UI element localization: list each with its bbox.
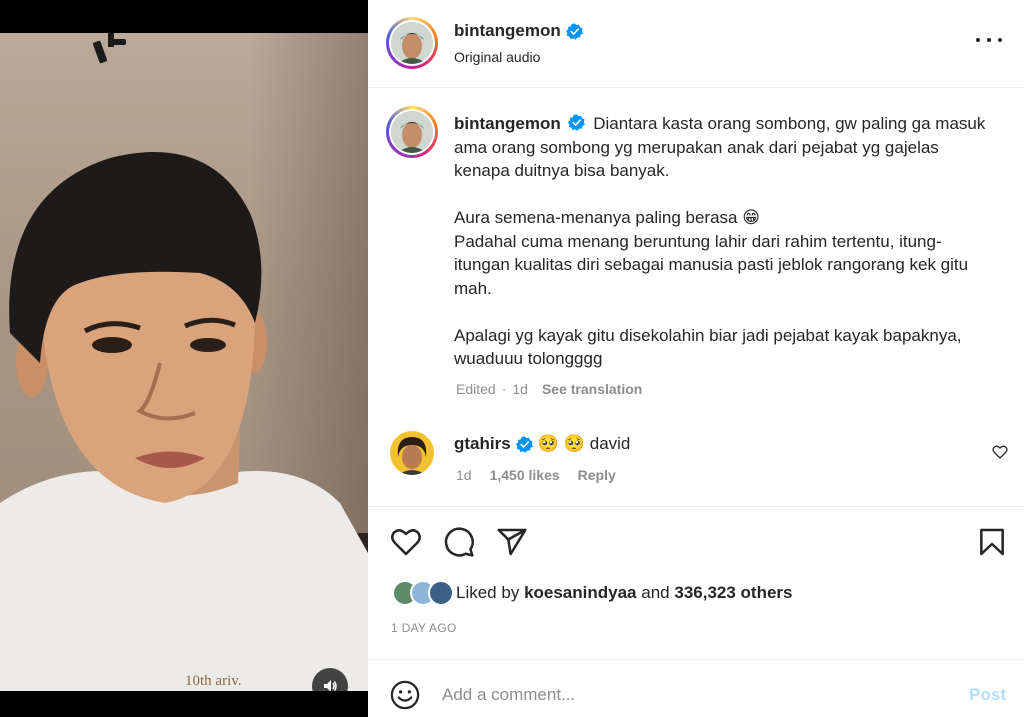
actions-divider [368, 506, 1024, 507]
heart-icon[interactable] [390, 526, 422, 558]
caption-username[interactable]: bintangemon [454, 114, 561, 133]
comment-text: david [589, 434, 631, 453]
audio-label[interactable]: Original audio [454, 49, 540, 65]
liked-and: and [641, 583, 670, 602]
likes-count[interactable]: 336,323 others [674, 583, 792, 603]
video-pane: 10th ariv. [0, 0, 368, 717]
post-details-panel: bintangemon Original audio bintangemon D… [368, 0, 1024, 717]
more-options-icon[interactable] [976, 30, 1002, 50]
verified-badge-icon [515, 435, 533, 453]
liker-username[interactable]: koesanindyaa [524, 583, 636, 603]
caption-paragraph-2: Aura semena-menanya paling berasa 😁 [454, 208, 760, 227]
caption-paragraph-1: bintangemon Diantara kasta orang sombong… [454, 112, 994, 183]
commenter-username[interactable]: gtahirs [454, 434, 511, 454]
comment-bubble-icon[interactable] [443, 526, 475, 558]
comment-reply-button[interactable]: Reply [578, 467, 616, 483]
see-translation-button[interactable]: See translation [542, 381, 642, 397]
edited-label: Edited [456, 381, 496, 397]
verified-badge-icon [568, 114, 586, 131]
speaker-icon [324, 680, 337, 691]
caption-paragraph-3: Padahal cuma menang beruntung lahir dari… [454, 231, 969, 298]
caption-avatar-image [391, 111, 433, 153]
verified-badge-icon [565, 22, 583, 40]
comment-input[interactable] [442, 682, 922, 708]
comment-composer: Post [368, 659, 1024, 717]
liker-avatar [428, 580, 454, 606]
video-player[interactable]: 10th ariv. [0, 33, 368, 691]
author-avatar-image [391, 22, 433, 64]
likers-avatars[interactable] [392, 580, 454, 606]
meta-separator: · [501, 381, 507, 397]
comment-like-heart-icon[interactable] [992, 444, 1008, 460]
likes-summary: Liked by koesanindyaa and 336,323 others [392, 580, 793, 606]
comment-age[interactable]: 1d [456, 467, 472, 483]
author-avatar[interactable] [386, 17, 438, 69]
comment-meta: 1d 1,450 likes Reply [456, 467, 616, 483]
comment-likes[interactable]: 1,450 likes [490, 467, 560, 483]
caption-paragraph-4: Apalagi yg kayak gitu disekolahin biar j… [454, 325, 962, 369]
liked-by-prefix: Liked by [456, 583, 520, 602]
post-caption: bintangemon Diantara kasta orang sombong… [454, 112, 994, 371]
send-icon[interactable] [496, 526, 528, 558]
caption-author-avatar[interactable] [386, 106, 438, 158]
caption-age[interactable]: 1d [512, 381, 528, 397]
emoji-smile-icon[interactable] [390, 680, 420, 710]
bookmark-icon[interactable] [976, 526, 1008, 558]
author-username-row: bintangemon [454, 21, 583, 41]
commenter-avatar[interactable] [390, 431, 434, 475]
commenter-avatar-image [390, 431, 434, 475]
author-username[interactable]: bintangemon [454, 21, 561, 41]
svg-text:10th ariv.: 10th ariv. [185, 673, 242, 689]
comment-line: gtahirs 🥺 🥺 david [454, 434, 630, 454]
post-date[interactable]: 1 DAY AGO [391, 621, 457, 635]
video-subject: 10th ariv. [0, 152, 368, 691]
comment-emoji: 🥺 🥺 [537, 434, 585, 453]
post-header: bintangemon Original audio [368, 0, 1024, 88]
caption-meta: Edited · 1d See translation [456, 381, 642, 397]
post-comment-button[interactable]: Post [969, 685, 1006, 705]
